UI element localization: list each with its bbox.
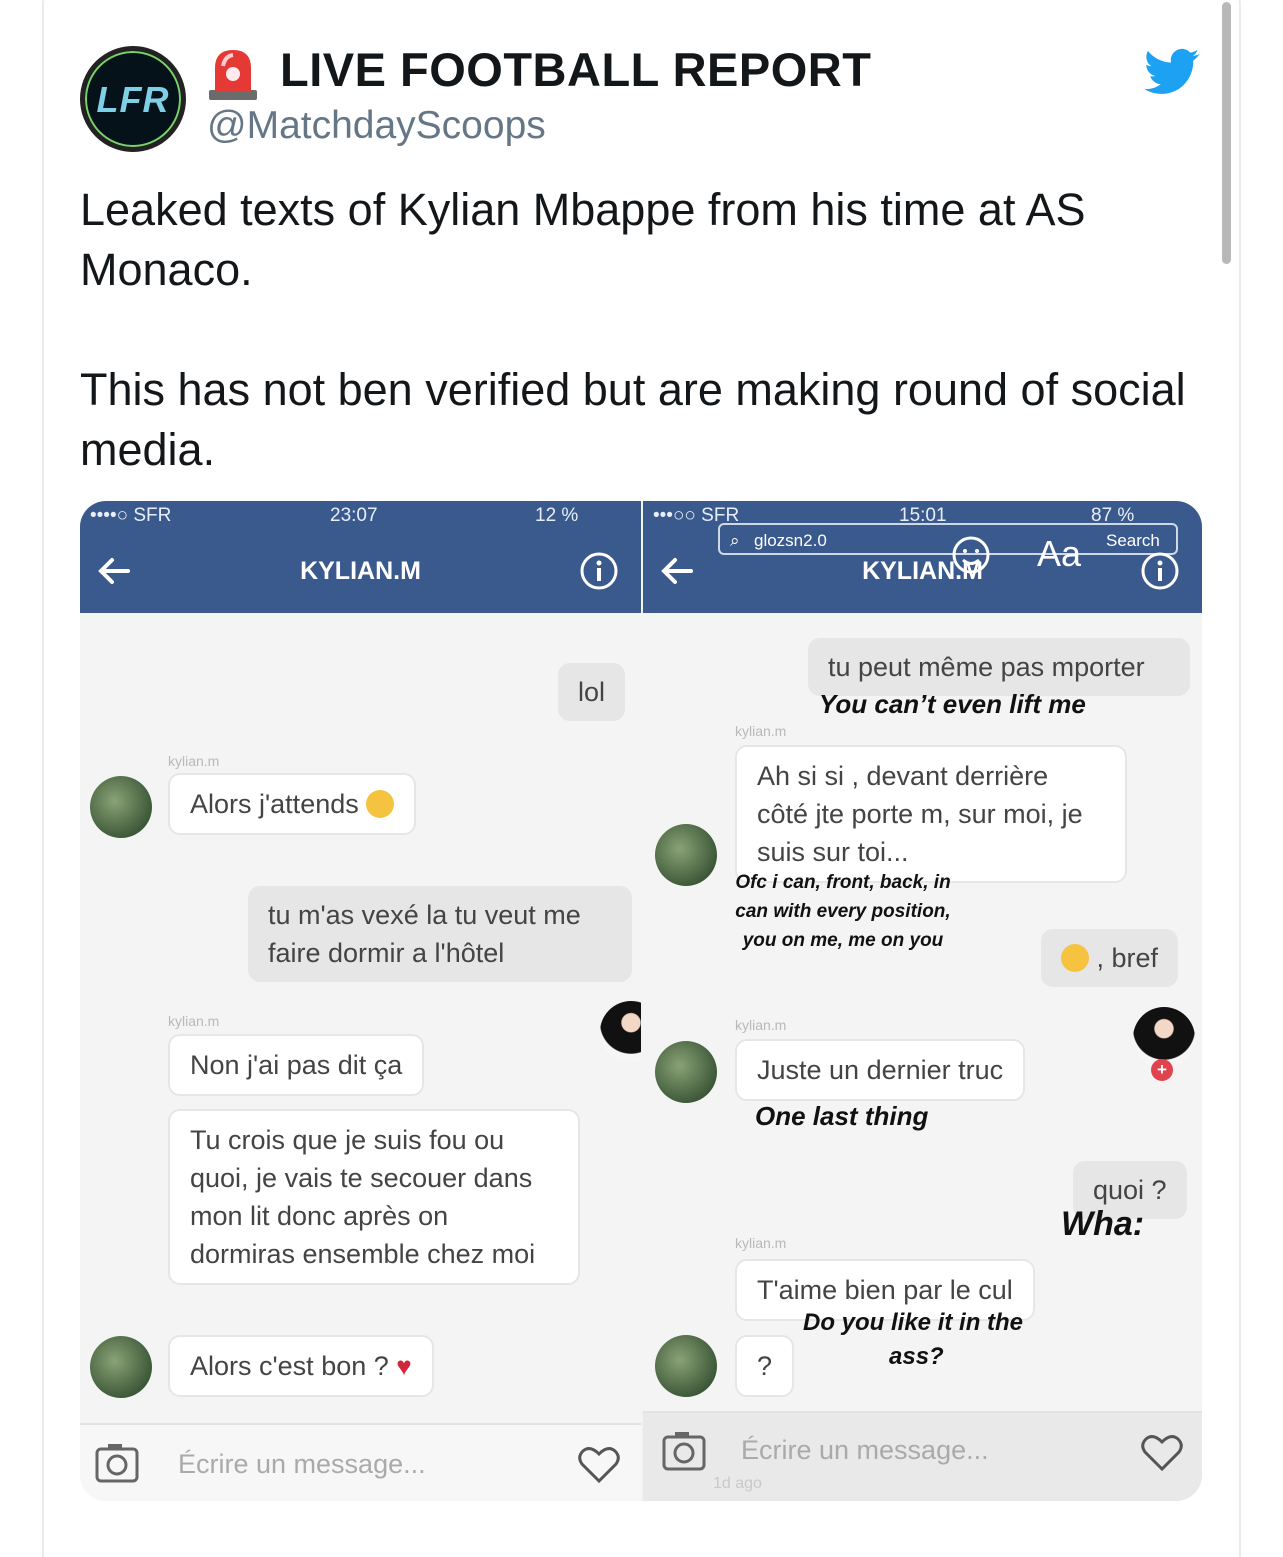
message-text: , bref — [1096, 943, 1159, 973]
message-bubble-outgoing: tu peut même pas mporter — [808, 638, 1190, 696]
sender-label: kylian.m — [735, 1017, 787, 1033]
compose-bar: Écrire un message... — [80, 1423, 641, 1501]
scrollbar[interactable] — [1222, 2, 1231, 264]
tweet-text: Leaked texts of Kylian Mbappe from his t… — [80, 180, 1190, 480]
tweet-text-paragraph: Leaked texts of Kylian Mbappe from his t… — [80, 184, 1086, 295]
info-icon[interactable] — [1140, 551, 1180, 591]
message-input[interactable]: Écrire un message... — [178, 1449, 426, 1480]
siren-emoji-icon — [209, 50, 257, 100]
carrier-label: ••••○ SFR — [90, 505, 172, 526]
message-bubble-incoming: Tu crois que je suis fou ou quoi, je vai… — [168, 1109, 580, 1285]
message-bubble-outgoing: lol — [558, 663, 626, 721]
sender-label: kylian.m — [735, 723, 787, 739]
translation-caption: Ofc i can, front, back, in can with ever… — [735, 872, 951, 951]
heart-icon[interactable] — [576, 1443, 622, 1485]
message-bubble-incoming: Alors c'est bon ? ♥ — [168, 1335, 434, 1397]
search-icon: ⌕ — [730, 531, 740, 550]
search-text: glozsn2.0 — [754, 531, 827, 550]
contact-avatar — [90, 1336, 152, 1398]
user-avatar — [600, 1001, 641, 1063]
message-bubble-outgoing: , bref — [1041, 929, 1179, 987]
tweet-text-paragraph: This has not ben verified but are making… — [80, 364, 1186, 475]
translation-caption: Wha: — [1061, 1205, 1145, 1243]
text-tool-label[interactable]: Aa — [1037, 533, 1081, 575]
message-bubble-incoming: Juste un dernier truc — [735, 1039, 1026, 1101]
status-bar: ••••○ SFR 23:07 12 % — [80, 501, 641, 531]
right-chat-screenshot: •••○○ SFR 15:01 87 % ⌕ glozsn2.0 Search … — [643, 501, 1202, 1501]
message-bubble-incoming: Alors j'attends — [168, 773, 417, 835]
message-bubble-outgoing: tu m'as vexé la tu veut me faire dormir … — [248, 886, 632, 982]
message-input[interactable]: Écrire un message... — [741, 1435, 989, 1466]
time-ago-label: 1d ago — [713, 1475, 762, 1492]
message-bubble-incoming: ? — [735, 1335, 795, 1397]
left-chat-screenshot: ••••○ SFR 23:07 12 % KYLIAN.M lol kylian… — [80, 501, 641, 1501]
sender-label: kylian.m — [168, 753, 220, 769]
translation-caption: One last thing — [755, 1101, 929, 1131]
compose-bar: Écrire un message... 1d ago — [643, 1411, 1202, 1501]
twitter-bird-icon[interactable] — [1144, 48, 1200, 96]
battery-label: 12 % — [535, 505, 579, 526]
search-label: Search — [1106, 531, 1160, 550]
emoji-sticker-icon[interactable] — [951, 535, 991, 575]
tweet-media-image[interactable]: ••••○ SFR 23:07 12 % KYLIAN.M lol kylian… — [80, 501, 1202, 1501]
chat-header: ⌕ glozsn2.0 Search KYLIAN.M Aa — [643, 523, 1202, 613]
sender-label: kylian.m — [735, 1235, 787, 1251]
sender-label: kylian.m — [168, 1013, 220, 1029]
message-text: Alors j'attends — [190, 789, 359, 819]
kiss-face-emoji-icon — [1061, 944, 1089, 972]
avatar-logo-text: LFR — [96, 79, 170, 120]
translation-caption: Do you like it in the — [803, 1309, 1024, 1336]
chat-title: KYLIAN.M — [862, 557, 983, 585]
heart-icon[interactable] — [1139, 1431, 1185, 1473]
display-name[interactable]: LIVE FOOTBALL REPORT — [280, 42, 871, 97]
kiss-emoji-icon: ♥ — [396, 1351, 412, 1381]
camera-icon[interactable] — [661, 1429, 707, 1473]
chat-header: KYLIAN.M — [80, 531, 641, 613]
account-avatar[interactable]: LFR — [80, 46, 186, 152]
add-icon[interactable]: + — [1151, 1059, 1173, 1081]
smirk-emoji-icon — [366, 790, 395, 818]
contact-avatar — [655, 824, 717, 886]
message-bubble-incoming: Ah si si , devant derrière côté jte port… — [735, 745, 1127, 883]
message-text: Alors c'est bon ? — [190, 1351, 389, 1381]
clock-label: 23:07 — [330, 505, 378, 526]
message-bubble-incoming: Non j'ai pas dit ça — [168, 1034, 425, 1096]
translation-caption: You can’t even lift me — [819, 689, 1086, 719]
camera-icon[interactable] — [94, 1441, 140, 1485]
info-icon[interactable] — [579, 551, 619, 591]
chat-title: KYLIAN.M — [300, 557, 421, 585]
account-handle[interactable]: @MatchdayScoops — [207, 104, 546, 148]
contact-avatar — [655, 1041, 717, 1103]
translation-caption: ass? — [889, 1343, 944, 1370]
contact-avatar — [90, 776, 152, 838]
contact-avatar — [655, 1335, 717, 1397]
story-search-bar[interactable]: ⌕ glozsn2.0 Search — [718, 523, 1178, 555]
